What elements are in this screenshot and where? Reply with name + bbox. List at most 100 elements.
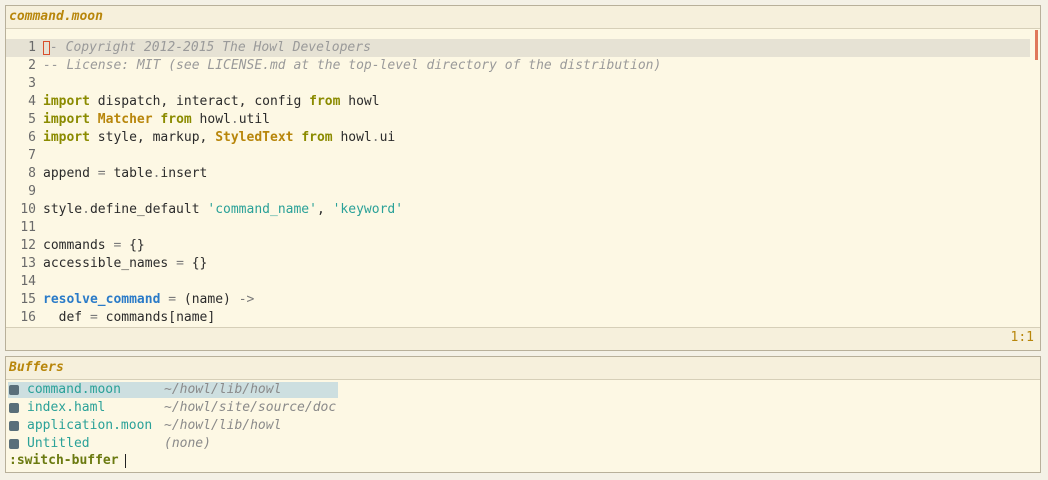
code-line[interactable]: 14 [6,273,1032,291]
code-token: , [316,202,333,217]
line-number: 16 [20,310,36,325]
line-text: -- License: MIT (see LICENSE.md at the t… [43,57,661,75]
line-text: def = commands[name] [43,309,216,327]
code-token: -> [238,292,255,307]
line-number: 8 [28,166,36,181]
line-number: 10 [20,202,36,217]
code-line[interactable]: 9 [6,183,1032,201]
buffer-name: index.haml [27,400,106,415]
editor-pane[interactable]: command.moon 1 - Copyright 2012-2015 The … [5,5,1041,351]
line-text: import Matcher from howl.util [43,111,270,129]
line-text: style.define_default 'command_name', 'ke… [43,201,403,219]
code-line[interactable]: 3 [6,75,1032,93]
line-number: 9 [28,184,36,199]
buffer-name: Untitled [27,436,90,451]
code-token: 'keyword' [332,202,404,217]
text-caret [124,453,126,468]
code-token: from [301,130,333,145]
code-token: style [43,202,83,217]
line-text: - Copyright 2012-2015 The Howl Developer… [50,39,371,57]
code-token: . [82,202,90,217]
line-number: 1 [28,40,36,55]
code-token: append [43,166,98,181]
line-text: append = table.insert [43,165,207,183]
code-line[interactable]: 11 [6,219,1032,237]
code-line[interactable]: 13 accessible_names = {} [6,255,1032,273]
code-token: import [43,130,90,145]
buffer-item[interactable]: index.haml ~/howl/site/source/doc [6,399,1040,417]
code-token: from [160,112,192,127]
buffer-name: command.moon [27,382,121,397]
command-line[interactable]: :switch-buffer [9,452,126,470]
buffers-title: Buffers [6,357,1040,380]
editor-statusbar: 1:1 [6,327,1040,350]
code-token: . [371,130,380,145]
code-token: howl [332,130,372,145]
buffer-item[interactable]: application.moon ~/howl/lib/howl [6,417,1040,435]
buffer-name: application.moon [27,418,153,433]
buffer-path: (none) [164,436,211,451]
line-text: import style, markup, StyledText from ho… [43,129,395,147]
code-token: import [43,94,90,109]
editor-title: command.moon [6,6,1040,29]
code-line[interactable]: 6 import style, markup, StyledText from h… [6,129,1032,147]
buffer-icon [9,385,19,395]
code-token: 'command_name' [207,202,317,217]
code-line[interactable]: 15 resolve_command = (name) -> [6,291,1032,309]
line-number: 13 [20,256,36,271]
line-text: import dispatch, interact, config from h… [43,93,380,111]
code-token: . [230,112,239,127]
code-token: (name) [176,292,239,307]
code-token: define_default [89,202,208,217]
code-line[interactable]: 10 style.define_default 'command_name', '… [6,201,1032,219]
code-token: accessible_names [43,256,177,271]
code-token: ui [379,130,396,145]
line-number: 14 [20,274,36,289]
code-line[interactable]: 7 [6,147,1032,165]
line-text: accessible_names = {} [43,255,207,273]
code-token: howl [191,112,231,127]
code-line[interactable]: 12 commands = {} [6,237,1032,255]
buffer-list: command.moon ~/howl/lib/howl index.haml ~/h… [6,381,1040,453]
line-number: 7 [28,148,36,163]
line-text: resolve_command = (name) -> [43,291,254,309]
code-line[interactable]: 1 - Copyright 2012-2015 The Howl Develope… [6,39,1030,57]
buffer-item[interactable]: command.moon ~/howl/lib/howl [6,381,1040,399]
code-line[interactable]: 16 def = commands[name] [6,309,1032,327]
buffers-pane: Buffers command.moon ~/howl/lib/howl index… [5,356,1041,473]
buffer-item[interactable]: Untitled (none) [6,435,1040,453]
scroll-indicator[interactable] [1035,30,1038,60]
code-token: -- License: MIT (see LICENSE.md at the t… [43,58,662,73]
code-token: resolve_command [43,292,161,307]
code-token: = [168,292,177,307]
code-token: StyledText [215,130,294,145]
line-number: 11 [20,220,36,235]
buffer-path: ~/howl/lib/howl [164,418,282,433]
code-token: Matcher [97,112,153,127]
code-token: def [43,310,90,325]
buffer-icon [9,421,19,431]
code-token: = [89,310,98,325]
code-line[interactable]: 2 -- License: MIT (see LICENSE.md at the … [6,57,1032,75]
buffer-icon [9,403,19,413]
line-number: 4 [28,94,36,109]
code-line[interactable]: 5 import Matcher from howl.util [6,111,1032,129]
code-token: import [43,112,90,127]
block-cursor [43,41,50,55]
code-token: {} [121,238,145,253]
buffer-path: ~/howl/site/source/doc [164,400,337,415]
code-token: table [105,166,153,181]
code-token: howl [340,94,380,109]
code-token: util [238,112,271,127]
code-token: commands[name] [97,310,216,325]
code-token: insert [160,166,208,181]
buffer-path: ~/howl/lib/howl [164,382,282,397]
command-text: :switch-buffer [9,453,119,468]
line-number: 3 [28,76,36,91]
code-line[interactable]: 8 append = table.insert [6,165,1032,183]
line-number: 5 [28,112,36,127]
code-area[interactable]: 1 - Copyright 2012-2015 The Howl Develope… [6,30,1040,330]
code-line[interactable]: 4 import dispatch, interact, config from … [6,93,1032,111]
code-token: style, markup, [89,130,216,145]
